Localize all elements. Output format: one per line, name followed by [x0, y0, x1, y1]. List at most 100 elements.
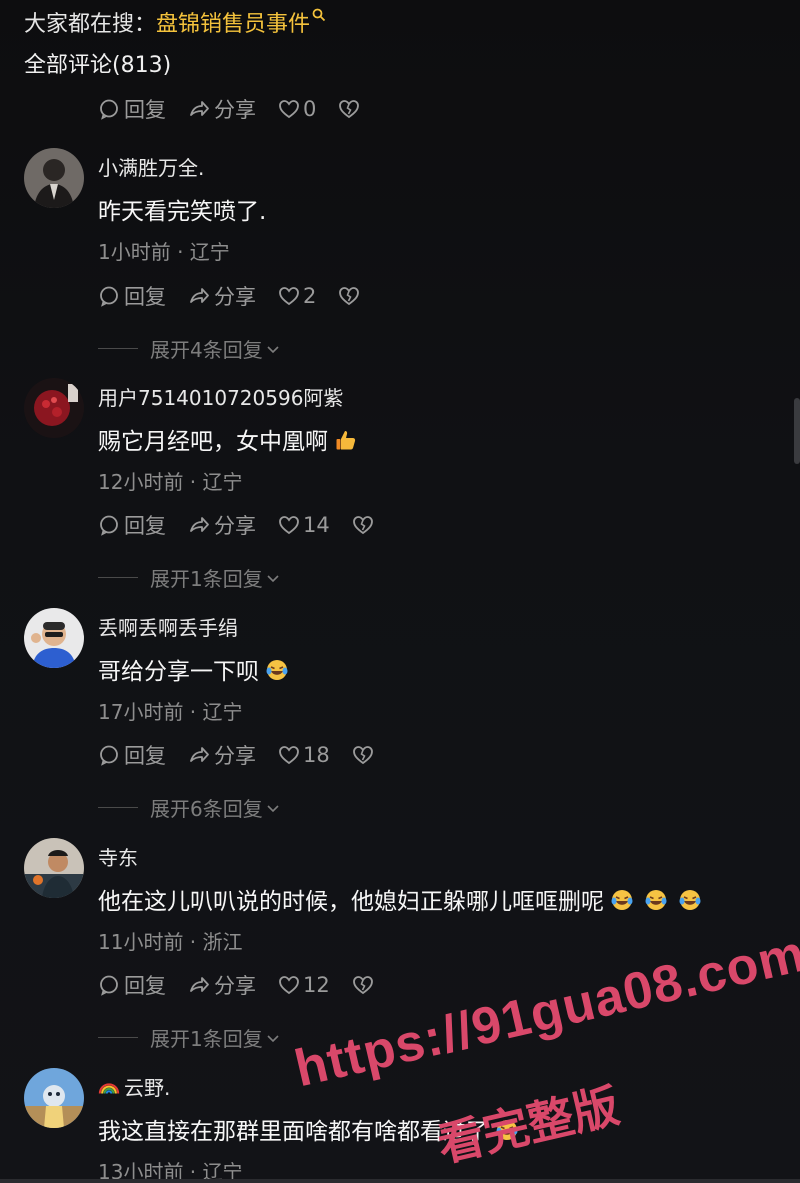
- share-button[interactable]: 分享: [188, 740, 256, 770]
- divider: [98, 1037, 138, 1038]
- like-button[interactable]: 14: [278, 513, 330, 537]
- expand-replies[interactable]: 展开1条回复: [98, 1023, 281, 1052]
- like-count: 12: [303, 973, 330, 997]
- divider: [98, 807, 138, 808]
- share-button[interactable]: 分享: [188, 281, 256, 311]
- laughing-tears-emoji-icon: [266, 660, 288, 680]
- comment-text: 他在这儿叭叭说的时候，他媳妇正躲哪儿哐哐删呢: [98, 882, 702, 916]
- expand-replies[interactable]: 展开4条回复: [98, 334, 281, 363]
- share-label: 分享: [214, 98, 256, 122]
- reply-icon: [100, 745, 118, 766]
- comment-meta: 12小时前 · 辽宁: [98, 470, 243, 494]
- comment-username-text: 云野.: [124, 1076, 171, 1100]
- avatar[interactable]: [24, 838, 84, 898]
- reply-button[interactable]: 回复: [98, 740, 166, 770]
- comment-text: 赐它月经吧，女中凰啊: [98, 422, 358, 456]
- share-label: 分享: [214, 285, 256, 309]
- share-button[interactable]: 分享: [188, 510, 256, 540]
- trending-search[interactable]: 大家都在搜：盘锦销售员事件: [24, 6, 326, 38]
- comment-username[interactable]: 用户7514010720596阿紫: [98, 382, 343, 411]
- heart-icon: [279, 976, 299, 995]
- like-count: 18: [303, 743, 330, 767]
- chevron-down-icon: [267, 1034, 279, 1042]
- comment-actions: 回复 分享 0: [98, 94, 360, 124]
- share-button[interactable]: 分享: [188, 94, 256, 124]
- heart-icon: [279, 746, 299, 765]
- reply-button[interactable]: 回复: [98, 94, 166, 124]
- dislike-button[interactable]: [352, 974, 374, 996]
- expand-replies[interactable]: 展开1条回复: [98, 563, 281, 592]
- dislike-button[interactable]: [352, 744, 374, 766]
- dislike-button[interactable]: [338, 98, 360, 120]
- user-avatar-image: [24, 378, 84, 438]
- laughing-tears-emoji-icon: [645, 890, 667, 910]
- reply-button[interactable]: 回复: [98, 510, 166, 540]
- expand-replies-label: 展开4条回复: [150, 338, 263, 362]
- like-count: 2: [303, 284, 317, 308]
- user-avatar-image: [24, 1068, 84, 1128]
- broken-heart-icon: [352, 516, 373, 535]
- avatar[interactable]: [24, 1068, 84, 1128]
- broken-heart-icon: [339, 287, 360, 306]
- broken-heart-icon: [352, 976, 373, 995]
- search-icon: [312, 8, 326, 22]
- reply-button[interactable]: 回复: [98, 970, 166, 1000]
- dislike-button[interactable]: [338, 285, 360, 307]
- share-label: 分享: [214, 514, 256, 538]
- comment-username[interactable]: 云野.: [98, 1072, 170, 1101]
- share-icon: [190, 747, 209, 762]
- trending-search-keyword[interactable]: 盘锦销售员事件: [156, 12, 310, 37]
- reply-icon: [100, 515, 118, 536]
- comment-text-content: 赐它月经吧，女中凰啊: [98, 429, 328, 455]
- share-icon: [190, 288, 209, 303]
- heart-icon: [279, 100, 299, 119]
- comment-text-content: 我这直接在那群里面啥都有啥都看过了: [98, 1119, 489, 1145]
- reply-label: 回复: [124, 285, 166, 309]
- reply-label: 回复: [124, 514, 166, 538]
- share-button[interactable]: 分享: [188, 970, 256, 1000]
- watermark-url: https://91gua08.com: [289, 924, 800, 1099]
- comment-actions: 回复 分享 14: [98, 510, 374, 540]
- comment-meta: 11小时前 · 浙江: [98, 930, 243, 954]
- comment-text: 昨天看完笑喷了.: [98, 199, 267, 225]
- reply-label: 回复: [124, 98, 166, 122]
- expand-replies[interactable]: 展开6条回复: [98, 793, 281, 822]
- expand-replies-label: 展开1条回复: [150, 1027, 263, 1051]
- avatar[interactable]: [24, 608, 84, 668]
- comment-username[interactable]: 寺东: [98, 842, 138, 871]
- laughing-tears-emoji-icon: [611, 890, 633, 910]
- bottom-bar: [0, 1179, 800, 1183]
- reply-label: 回复: [124, 974, 166, 998]
- comment-username[interactable]: 丢啊丢啊丢手绢: [98, 612, 238, 641]
- trending-search-prefix: 大家都在搜：: [24, 12, 157, 37]
- broken-heart-icon: [339, 100, 360, 119]
- rainbow-emoji-icon: [98, 1083, 120, 1094]
- like-button[interactable]: 12: [278, 973, 330, 997]
- like-button[interactable]: 18: [278, 743, 330, 767]
- user-avatar-image: [24, 148, 84, 208]
- like-button[interactable]: 0: [278, 97, 316, 121]
- reply-button[interactable]: 回复: [98, 281, 166, 311]
- laughing-tears-emoji-icon: [496, 1120, 518, 1140]
- comment-actions: 回复 分享 12: [98, 970, 374, 1000]
- share-icon: [190, 517, 209, 532]
- scrollbar-handle[interactable]: [794, 398, 800, 464]
- user-avatar-image: [24, 608, 84, 668]
- heart-icon: [279, 516, 299, 535]
- thumbs-up-emoji-icon: [336, 431, 356, 450]
- comment-text: 我这直接在那群里面啥都有啥都看过了: [98, 1112, 519, 1146]
- like-button[interactable]: 2: [278, 284, 316, 308]
- comment-actions: 回复 分享 18: [98, 740, 374, 770]
- laughing-tears-emoji-icon: [679, 890, 701, 910]
- like-count: 14: [303, 513, 330, 537]
- avatar[interactable]: [24, 378, 84, 438]
- comment-username[interactable]: 小满胜万全.: [98, 152, 204, 181]
- comment-text-content: 他在这儿叭叭说的时候，他媳妇正躲哪儿哐哐删呢: [98, 889, 604, 915]
- avatar[interactable]: [24, 148, 84, 208]
- share-label: 分享: [214, 974, 256, 998]
- expand-replies-label: 展开6条回复: [150, 797, 263, 821]
- heart-icon: [279, 287, 299, 306]
- comments-count: 全部评论(813): [24, 53, 172, 78]
- reply-icon: [100, 975, 118, 996]
- dislike-button[interactable]: [352, 514, 374, 536]
